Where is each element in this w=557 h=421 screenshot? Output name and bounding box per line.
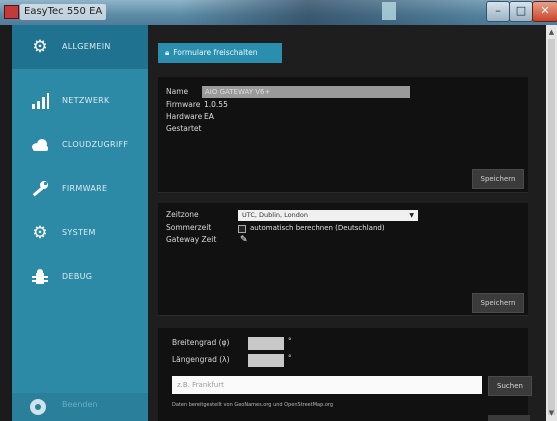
latitude-field[interactable] — [248, 337, 284, 350]
title-bar[interactable]: EasyTec 550 EA – □ ✕ — [0, 0, 557, 25]
app-icon — [4, 5, 19, 19]
pencil-icon[interactable]: ✎ — [240, 235, 248, 245]
location-search-input[interactable]: z.B. Frankfurt — [172, 376, 482, 394]
timezone-label: Zeitzone — [166, 210, 199, 219]
sidebar-item-label: DEBUG — [62, 272, 93, 281]
scroll-down-icon[interactable]: ▼ — [546, 409, 557, 417]
unlock-forms-button[interactable]: 🔒︎ Formulare freischalten — [158, 43, 282, 63]
longitude-field[interactable] — [248, 354, 284, 367]
chevron-down-icon: ▼ — [409, 212, 414, 219]
cloud-icon — [30, 135, 50, 155]
signal-icon — [30, 91, 50, 111]
name-label: Name — [166, 87, 189, 96]
sidebar-item-label: FIRMWARE — [62, 184, 108, 193]
sidebar-item-cloudzugriff[interactable]: CLOUDZUGRIFF — [12, 123, 148, 167]
firmware-value: 1.0.55 — [204, 100, 228, 109]
dst-checkbox[interactable] — [238, 225, 246, 233]
sidebar-item-firmware[interactable]: FIRMWARE — [12, 167, 148, 211]
scroll-up-icon[interactable]: ▲ — [546, 28, 557, 36]
hardware-value: EA — [204, 112, 214, 121]
degree-symbol: ° — [288, 337, 292, 345]
sidebar-item-netzwerk[interactable]: NETZWERK — [12, 79, 148, 123]
gear-icon: ⚙ — [32, 223, 48, 243]
sidebar-item-label: ALLGEMEIN — [62, 42, 111, 51]
name-field[interactable]: AIO GATEWAY V6+ — [202, 86, 410, 98]
unlock-forms-label: Formulare freischalten — [173, 48, 258, 57]
save-button[interactable]: Speichern — [472, 293, 524, 313]
quit-button[interactable]: Beenden — [12, 393, 148, 421]
sidebar-item-label: SYSTEM — [62, 228, 96, 237]
device-info-panel: Name AIO GATEWAY V6+ Firmware 1.0.55 Har… — [158, 77, 528, 193]
hardware-label: Hardware — [166, 112, 203, 121]
quit-label: Beenden — [62, 400, 98, 409]
gear-icon: ⚙ — [32, 37, 48, 57]
scrollbar-thumb[interactable] — [548, 39, 555, 415]
app-window: EasyTec 550 EA – □ ✕ ⚙ ALLGEMEIN NETZWER… — [0, 0, 557, 421]
timezone-select[interactable]: UTC, Dublin, London ▼ — [238, 210, 418, 221]
location-panel: Breitengrad (φ) ° Längengrad (λ) ° z.B. … — [158, 328, 532, 421]
dst-option-label: automatisch berechnen (Deutschland) — [250, 224, 385, 232]
started-label: Gestartet — [166, 124, 202, 133]
search-button[interactable]: Suchen — [488, 376, 532, 396]
minimize-button[interactable]: – — [486, 1, 510, 22]
lock-icon: 🔒︎ — [165, 48, 170, 57]
main-content: 🔒︎ Formulare freischalten Name AIO GATEWA… — [148, 25, 546, 421]
degree-symbol: ° — [288, 354, 292, 362]
window-title: EasyTec 550 EA — [20, 4, 107, 20]
sidebar-item-debug[interactable]: DEBUG — [12, 255, 148, 299]
sidebar-item-allgemein[interactable]: ⚙ ALLGEMEIN — [12, 25, 148, 69]
debug-icon — [30, 267, 50, 287]
timezone-value: UTC, Dublin, London — [242, 211, 308, 219]
firmware-label: Firmware — [166, 100, 201, 109]
dst-label: Sommerzeit — [166, 223, 212, 232]
sidebar-item-system[interactable]: ⚙ SYSTEM — [12, 211, 148, 255]
close-button[interactable]: ✕ — [532, 1, 557, 22]
maximize-button[interactable]: □ — [509, 1, 533, 22]
sidebar: ⚙ ALLGEMEIN NETZWERK CLOUDZUGRIFF FIRMWA… — [12, 25, 148, 421]
save-button[interactable]: Speichern — [472, 169, 524, 189]
sidebar-item-label: CLOUDZUGRIFF — [62, 140, 129, 149]
latitude-label: Breitengrad (φ) — [172, 338, 230, 347]
longitude-label: Längengrad (λ) — [172, 355, 230, 364]
panel-button-partial[interactable] — [488, 415, 530, 421]
data-credit: Daten bereitgestellt von GeoNames.org un… — [172, 402, 334, 408]
wrench-icon — [30, 179, 50, 199]
gateway-time-label: Gateway Zeit — [166, 235, 217, 244]
sidebar-item-label: NETZWERK — [62, 96, 110, 105]
titlebar-thumbnail — [382, 2, 396, 20]
power-icon — [30, 399, 46, 415]
scrollbar[interactable]: ▲ ▼ — [546, 25, 557, 421]
time-settings-panel: Zeitzone UTC, Dublin, London ▼ Sommerzei… — [158, 203, 528, 316]
sidebar-edge — [0, 25, 12, 421]
